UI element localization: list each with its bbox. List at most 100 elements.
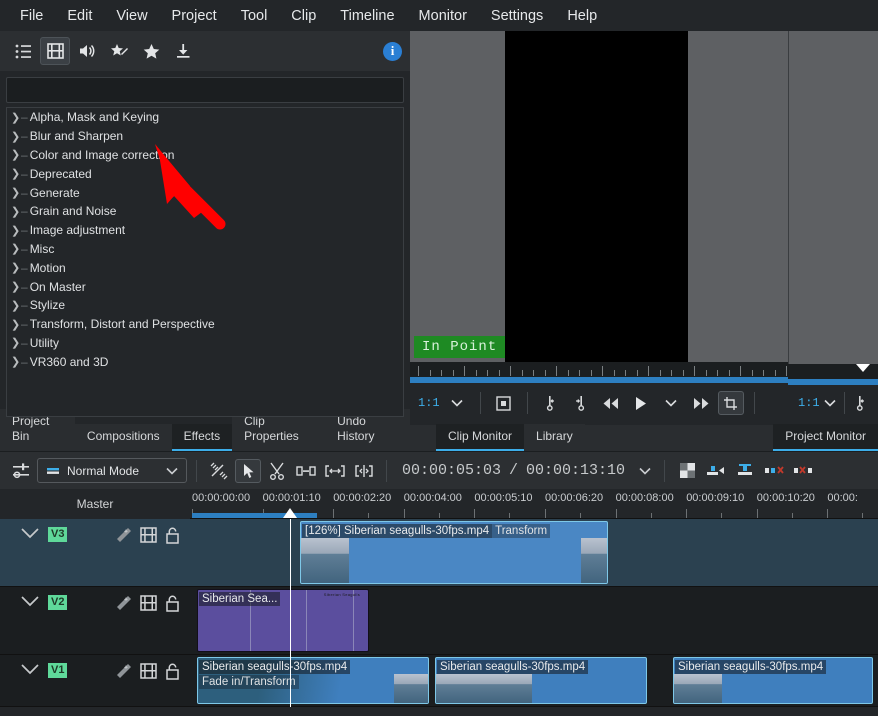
- magnetic-snap-icon[interactable]: [206, 459, 232, 483]
- effects-category-row[interactable]: ❯–Image adjustment: [7, 221, 403, 240]
- show-thumbnails-icon[interactable]: [674, 459, 700, 483]
- effects-search-field[interactable]: [6, 77, 404, 103]
- download-effects-icon[interactable]: [168, 37, 198, 65]
- track-clips-V2[interactable]: Siberian Sea...Siberian Seagulls: [190, 587, 878, 654]
- set-in-point-icon[interactable]: [538, 391, 564, 415]
- thumbnails-icon[interactable]: [140, 527, 157, 547]
- remove-all-spaces-icon[interactable]: [790, 459, 816, 483]
- menu-item-project[interactable]: Project: [160, 2, 229, 30]
- info-icon[interactable]: i: [383, 42, 402, 61]
- insert-zone-icon[interactable]: [703, 459, 729, 483]
- timeline-clip[interactable]: Siberian Sea...Siberian Seagulls: [197, 589, 369, 652]
- effects-category-row[interactable]: ❯–Alpha, Mask and Keying: [7, 108, 403, 127]
- effects-icon[interactable]: [115, 595, 132, 615]
- timeline-playhead-line[interactable]: [290, 519, 291, 707]
- effects-category-list[interactable]: ❯–Alpha, Mask and Keying❯–Blur and Sharp…: [6, 107, 404, 417]
- effects-icon[interactable]: [115, 527, 132, 547]
- monitor-video-area[interactable]: In Point: [410, 31, 878, 362]
- track-header-V2[interactable]: V2: [0, 587, 190, 654]
- set-out-point-icon[interactable]: [568, 391, 594, 415]
- more-options-icon[interactable]: [844, 391, 870, 415]
- ripple-tool-icon[interactable]: [322, 459, 348, 483]
- track-header-V1[interactable]: V1: [0, 655, 190, 706]
- chevron-right-icon[interactable]: ❯: [11, 261, 21, 274]
- menu-item-tool[interactable]: Tool: [229, 2, 280, 30]
- lock-icon[interactable]: [165, 527, 180, 547]
- effects-category-row[interactable]: ❯–Color and Image correction: [7, 146, 403, 165]
- roll-tool-icon[interactable]: [351, 459, 377, 483]
- effects-category-row[interactable]: ❯–On Master: [7, 277, 403, 296]
- menu-item-view[interactable]: View: [104, 2, 159, 30]
- chevron-right-icon[interactable]: ❯: [11, 186, 21, 199]
- effects-category-row[interactable]: ❯–Deprecated: [7, 164, 403, 183]
- track-clips-V3[interactable]: [126%] Siberian seagulls-30fps.mp4Transf…: [190, 519, 878, 586]
- chevron-right-icon[interactable]: ❯: [11, 242, 21, 255]
- chevron-right-icon[interactable]: ❯: [11, 318, 21, 331]
- effects-category-row[interactable]: ❯–Blur and Sharpen: [7, 127, 403, 146]
- timeline-position-timecode[interactable]: 00:00:05:03: [402, 462, 501, 479]
- selection-tool-icon[interactable]: [235, 459, 261, 483]
- effects-category-row[interactable]: ❯–Grain and Noise: [7, 202, 403, 221]
- chevron-right-icon[interactable]: ❯: [11, 280, 21, 293]
- menu-item-file[interactable]: File: [8, 2, 55, 30]
- menu-item-edit[interactable]: Edit: [55, 2, 104, 30]
- timeline-playhead-handle[interactable]: [283, 508, 297, 518]
- monitor-ruler[interactable]: [410, 362, 878, 383]
- chevron-right-icon[interactable]: ❯: [11, 148, 21, 161]
- tab-effects[interactable]: Effects: [172, 424, 232, 451]
- rewind-icon[interactable]: [598, 391, 624, 415]
- menu-item-timeline[interactable]: Timeline: [328, 2, 406, 30]
- play-dropdown-icon[interactable]: [658, 391, 684, 415]
- chevron-right-icon[interactable]: ❯: [11, 111, 21, 124]
- collapse-chevron-icon[interactable]: [20, 663, 40, 678]
- play-icon[interactable]: [628, 391, 654, 415]
- effects-category-row[interactable]: ❯–Generate: [7, 183, 403, 202]
- track-header-V3[interactable]: V3: [0, 519, 190, 586]
- thumbnails-icon[interactable]: [140, 663, 157, 683]
- audio-effects-icon[interactable]: [72, 37, 102, 65]
- chevron-right-icon[interactable]: ❯: [11, 355, 21, 368]
- crop-icon[interactable]: [718, 391, 744, 415]
- timeline-clip[interactable]: Siberian seagulls-30fps.mp4: [673, 657, 873, 704]
- custom-effects-icon[interactable]: [104, 37, 134, 65]
- collapse-chevron-icon[interactable]: [20, 527, 40, 542]
- chevron-right-icon[interactable]: ❯: [11, 299, 21, 312]
- menu-item-monitor[interactable]: Monitor: [407, 2, 479, 30]
- zoom-dropdown-icon[interactable]: [444, 391, 470, 415]
- lock-icon[interactable]: [165, 663, 180, 683]
- chevron-right-icon[interactable]: ❯: [11, 205, 21, 218]
- track-clips-V1[interactable]: Siberian seagulls-30fps.mp4Fade in/Trans…: [190, 655, 878, 706]
- menu-item-help[interactable]: Help: [555, 2, 609, 30]
- remove-space-icon[interactable]: [761, 459, 787, 483]
- chevron-right-icon[interactable]: ❯: [11, 167, 21, 180]
- effects-category-row[interactable]: ❯–VR360 and 3D: [7, 352, 403, 371]
- fit-zoom-icon[interactable]: [491, 391, 517, 415]
- timeline-clip[interactable]: Siberian seagulls-30fps.mp4Fade in/Trans…: [197, 657, 429, 704]
- razor-tool-icon[interactable]: [264, 459, 290, 483]
- effects-category-row[interactable]: ❯–Transform, Distort and Perspective: [7, 315, 403, 334]
- menu-item-clip[interactable]: Clip: [279, 2, 328, 30]
- list-view-icon[interactable]: [8, 37, 38, 65]
- monitor-playhead[interactable]: [847, 362, 861, 370]
- tab-compositions[interactable]: Compositions: [75, 424, 172, 451]
- overwrite-zone-icon[interactable]: [732, 459, 758, 483]
- thumbnails-icon[interactable]: [140, 595, 157, 615]
- chevron-right-icon[interactable]: ❯: [11, 130, 21, 143]
- chevron-right-icon[interactable]: ❯: [11, 336, 21, 349]
- tab-library[interactable]: Library: [524, 424, 585, 451]
- chevron-right-icon[interactable]: ❯: [11, 224, 21, 237]
- effects-category-row[interactable]: ❯–Misc: [7, 240, 403, 259]
- tab-project-monitor[interactable]: Project Monitor: [773, 424, 878, 451]
- timeline-clip[interactable]: [126%] Siberian seagulls-30fps.mp4Transf…: [300, 521, 608, 584]
- effects-icon[interactable]: [115, 663, 132, 683]
- menu-item-settings[interactable]: Settings: [479, 2, 555, 30]
- effects-category-row[interactable]: ❯–Stylize: [7, 296, 403, 315]
- timeline-ruler[interactable]: Master 00:00:00:0000:00:01:1000:00:02:20…: [0, 489, 878, 519]
- effects-category-row[interactable]: ❯–Motion: [7, 258, 403, 277]
- edit-mode-combo[interactable]: Normal Mode: [37, 458, 187, 483]
- favorites-icon[interactable]: [136, 37, 166, 65]
- search-input[interactable]: [7, 78, 403, 102]
- lock-icon[interactable]: [165, 595, 180, 615]
- tab-clip-monitor[interactable]: Clip Monitor: [436, 424, 524, 451]
- collapse-chevron-icon[interactable]: [20, 595, 40, 610]
